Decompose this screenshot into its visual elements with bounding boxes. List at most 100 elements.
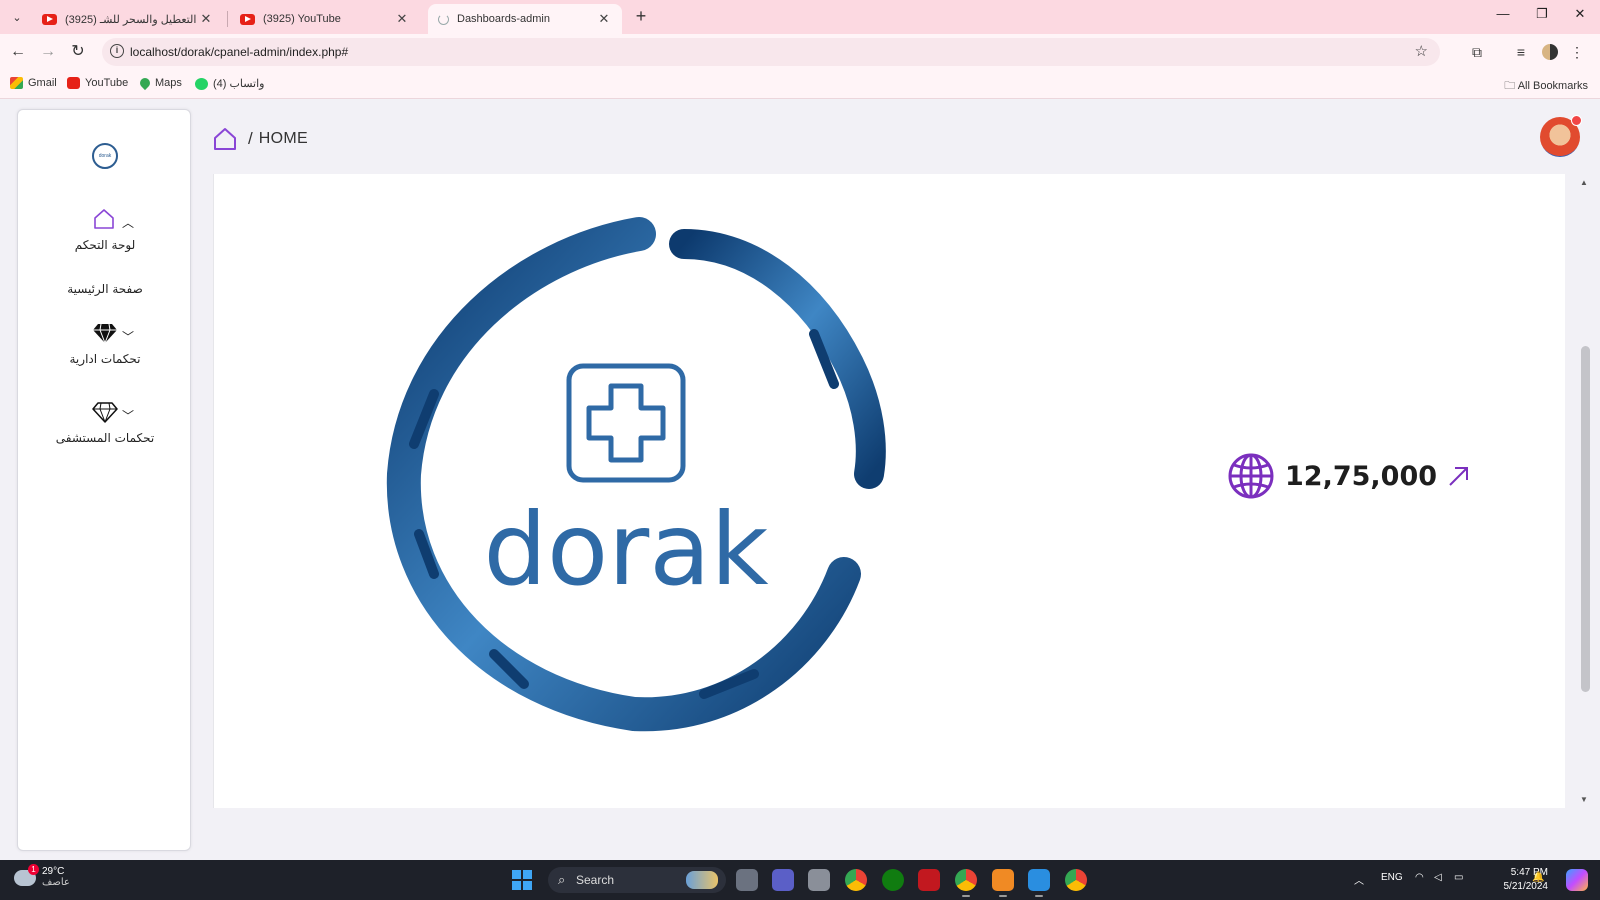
- bookmarks-bar: Gmail YouTube Maps واتساب (4) 🗀 All Book…: [0, 70, 1600, 99]
- bookmark-label: YouTube: [85, 77, 129, 89]
- youtube-icon: [67, 77, 80, 89]
- start-icon[interactable]: [512, 870, 532, 890]
- breadcrumb: / HOME: [212, 126, 308, 152]
- restore-icon[interactable]: ❐: [1527, 6, 1557, 22]
- browser-menu-icon[interactable]: ⋮: [1566, 41, 1588, 63]
- close-tab-icon[interactable]: ✕: [198, 11, 214, 27]
- up-right-arrow-icon: [1449, 467, 1469, 486]
- tab-divider: [227, 11, 228, 27]
- home-icon[interactable]: [212, 126, 238, 152]
- sidebar-item-hospital-controls[interactable]: ﹀ تحكمات المستشفى: [18, 401, 192, 445]
- loading-icon: [438, 13, 449, 25]
- tab-youtube-video[interactable]: (3925) رقية التعطيل والسحر للشـ ✕: [32, 4, 224, 34]
- forward-arrow-icon[interactable]: →: [37, 41, 59, 63]
- bookmark-star-icon[interactable]: ☆: [1415, 42, 1428, 60]
- sidebar-logo[interactable]: dorak: [92, 143, 118, 169]
- sidebar-item-label: تحكمات المستشفى: [55, 431, 155, 445]
- bookmark-label: Gmail: [28, 77, 57, 89]
- youtube-icon: [42, 13, 57, 25]
- chevron-down-icon: ﹀: [122, 330, 135, 344]
- logo-wordmark: dorak: [484, 491, 769, 608]
- xbox-icon[interactable]: [882, 869, 904, 891]
- chevron-down-icon: ﹀: [122, 409, 135, 423]
- sidebar-item-dashboard[interactable]: ︿ لوحة التحكم: [18, 208, 192, 252]
- folder-icon: 🗀: [1504, 80, 1516, 92]
- weather-condition: عاصف: [42, 877, 70, 888]
- breadcrumb-separator: /: [248, 129, 253, 148]
- reload-icon[interactable]: ↻: [67, 41, 89, 63]
- dorak-logo-graphic: dorak: [386, 217, 886, 732]
- vscode-icon[interactable]: [1028, 869, 1050, 897]
- sidebar-item-label: لوحة التحكم: [74, 238, 136, 252]
- bookmark-gmail[interactable]: Gmail: [10, 77, 57, 89]
- new-tab-button[interactable]: +: [630, 6, 652, 27]
- search-label: Search: [576, 873, 615, 887]
- tab-title: (3925) رقية التعطيل والسحر للشـ: [65, 13, 198, 26]
- whatsapp-icon: [195, 77, 208, 90]
- tab-title: (3925) YouTube: [263, 13, 341, 25]
- globe-icon: [1228, 453, 1274, 499]
- page-scrollbar[interactable]: ▲ ▼: [1578, 174, 1592, 808]
- scroll-down-icon[interactable]: ▼: [1580, 795, 1588, 804]
- dashboard-card: dorak 12,75,000: [213, 174, 1565, 808]
- bookmark-label: Maps: [155, 77, 182, 89]
- close-tab-icon[interactable]: ✕: [394, 11, 410, 27]
- tab-search-chevron-icon[interactable]: ⌄: [6, 7, 28, 27]
- language-indicator[interactable]: ENG: [1381, 872, 1403, 883]
- bookmark-whatsapp[interactable]: واتساب (4): [195, 77, 264, 90]
- dorak-logo: dorak: [374, 214, 894, 734]
- calculator-icon[interactable]: [808, 869, 830, 891]
- all-bookmarks-button[interactable]: 🗀 All Bookmarks: [1504, 77, 1588, 96]
- diamond-filled-icon: [93, 323, 117, 344]
- extensions-icon[interactable]: ⧉: [1466, 41, 1488, 63]
- back-arrow-icon[interactable]: ←: [7, 41, 29, 63]
- diamond-outline-icon: [92, 402, 118, 423]
- site-info-icon[interactable]: i: [110, 44, 124, 58]
- teams-icon[interactable]: [772, 869, 794, 891]
- weather-temp: 29°C: [42, 866, 65, 877]
- stat-widget: 12,75,000: [1227, 452, 1471, 500]
- tab-dashboards-admin[interactable]: Dashboards-admin ✕: [428, 4, 622, 34]
- scroll-up-icon[interactable]: ▲: [1580, 178, 1588, 187]
- bookmark-label: واتساب (4): [213, 78, 265, 90]
- home-icon: [94, 209, 114, 229]
- all-bookmarks-label: All Bookmarks: [1517, 80, 1588, 92]
- sidebar-item-label: تحكمات ادارية: [69, 352, 141, 366]
- volume-icon[interactable]: ◁: [1434, 872, 1442, 883]
- minimize-icon[interactable]: —: [1488, 6, 1518, 21]
- bookmark-youtube[interactable]: YouTube: [67, 77, 128, 89]
- window-close-icon[interactable]: ✕: [1565, 6, 1595, 22]
- address-bar[interactable]: i localhost/dorak/cpanel-admin/index.php…: [102, 38, 1440, 66]
- chevron-up-icon: ︿: [122, 216, 135, 230]
- url-text: localhost/dorak/cpanel-admin/index.php#: [130, 45, 349, 59]
- xampp-icon[interactable]: [992, 869, 1014, 897]
- notification-bell-icon[interactable]: 🔔: [1532, 872, 1544, 883]
- weather-widget[interactable]: 1 29°C عاصف: [14, 864, 70, 888]
- search-highlight-icon: [686, 871, 718, 889]
- search-icon: ⌕: [558, 872, 566, 887]
- media-control-icon[interactable]: ≡: [1510, 41, 1532, 63]
- taskbar-search[interactable]: ⌕ Search: [548, 867, 726, 893]
- chrome-profile-icon[interactable]: [1065, 869, 1087, 891]
- battery-icon[interactable]: ▭: [1454, 872, 1463, 883]
- tray-chevron-icon[interactable]: ︿: [1354, 872, 1364, 887]
- wifi-icon[interactable]: ◠: [1415, 872, 1424, 883]
- notification-dot: [1571, 115, 1582, 126]
- browser-tab-bar: ⌄ (3925) رقية التعطيل والسحر للشـ ✕ (392…: [0, 0, 1600, 34]
- bookmark-maps[interactable]: Maps: [137, 75, 182, 91]
- breadcrumb-current: HOME: [258, 130, 308, 147]
- chrome-active-icon[interactable]: [955, 869, 977, 897]
- app-red-icon[interactable]: [918, 869, 940, 891]
- scrollbar-thumb[interactable]: [1581, 346, 1590, 692]
- copilot-icon[interactable]: [1566, 869, 1588, 891]
- chrome-icon[interactable]: [845, 869, 867, 891]
- browser-profile-icon[interactable]: [1542, 44, 1558, 60]
- sidebar-item-admin-controls[interactable]: ﹀ تحكمات ادارية: [18, 322, 192, 366]
- tab-youtube[interactable]: (3925) YouTube ✕: [230, 4, 420, 34]
- close-tab-icon[interactable]: ✕: [596, 11, 612, 27]
- user-avatar[interactable]: [1540, 115, 1582, 157]
- sidebar-subitem-home-page[interactable]: صفحة الرئيسية: [18, 282, 192, 296]
- maps-icon: [137, 75, 153, 91]
- gmail-icon: [10, 77, 23, 89]
- task-view-icon[interactable]: [736, 869, 758, 891]
